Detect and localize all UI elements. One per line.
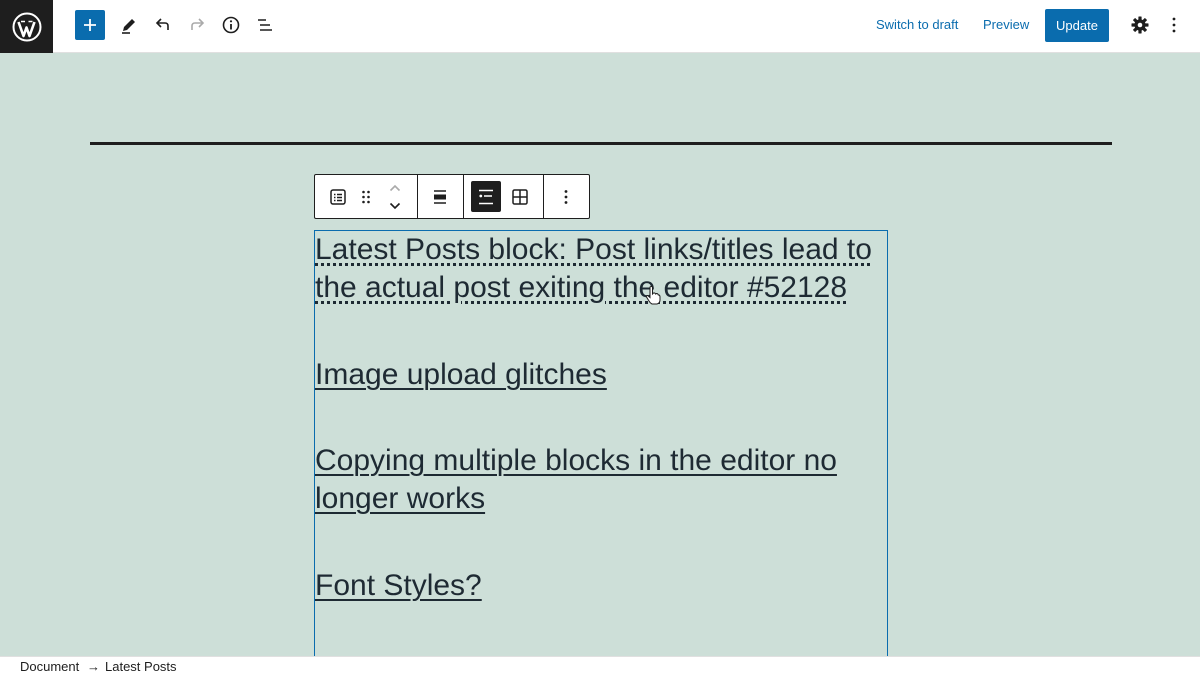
post-link[interactable]: longer works bbox=[315, 480, 485, 518]
options-button[interactable] bbox=[1158, 9, 1190, 41]
block-toolbar-group-align bbox=[417, 175, 464, 218]
breadcrumb-document[interactable]: Document bbox=[20, 659, 79, 674]
tools-button[interactable] bbox=[113, 9, 145, 41]
redo-icon bbox=[191, 18, 205, 30]
move-down-icon bbox=[389, 202, 401, 209]
post-link[interactable]: the actual post exiting the editor #5212… bbox=[315, 269, 847, 307]
more-options-button[interactable] bbox=[551, 181, 581, 212]
block-toolbar bbox=[314, 174, 590, 219]
block-type-button[interactable] bbox=[323, 181, 353, 212]
hand-pointer-cursor-icon bbox=[645, 286, 661, 305]
block-toolbar-group-block bbox=[315, 175, 418, 218]
move-up-icon bbox=[389, 184, 401, 191]
list-view-button[interactable] bbox=[249, 9, 281, 41]
pencil-icon bbox=[122, 19, 135, 34]
wordpress-logo-button[interactable] bbox=[0, 0, 53, 53]
plus-icon bbox=[84, 19, 96, 31]
list-view-icon bbox=[258, 19, 272, 31]
more-vertical-icon bbox=[1172, 17, 1176, 33]
post-link[interactable]: Copying multiple blocks in the editor no bbox=[315, 442, 837, 480]
grid-view-icon bbox=[512, 188, 528, 205]
info-icon bbox=[222, 16, 240, 34]
redo-button[interactable] bbox=[181, 9, 213, 41]
settings-button[interactable] bbox=[1124, 9, 1156, 41]
more-options-icon bbox=[564, 189, 568, 204]
arrow-right-icon: → bbox=[87, 659, 100, 674]
undo-icon bbox=[155, 18, 169, 30]
undo-button[interactable] bbox=[147, 9, 179, 41]
update-button[interactable]: Update bbox=[1045, 9, 1109, 42]
post-link[interactable]: Latest Posts block: Post links/titles le… bbox=[315, 231, 872, 269]
gear-icon bbox=[1131, 16, 1149, 34]
block-toolbar-group-layout bbox=[463, 175, 544, 218]
add-block-button[interactable] bbox=[75, 10, 105, 40]
block-breadcrumb: Document → Latest Posts bbox=[0, 656, 1200, 674]
move-down-button[interactable] bbox=[381, 197, 409, 214]
block-toolbar-group-more bbox=[543, 175, 589, 218]
wordpress-icon bbox=[12, 12, 41, 41]
move-up-button[interactable] bbox=[381, 179, 409, 196]
preview-button[interactable]: Preview bbox=[983, 8, 1029, 42]
list-view-layout-icon bbox=[479, 189, 493, 204]
drag-handle-icon bbox=[362, 190, 370, 203]
separator-block[interactable] bbox=[90, 142, 1112, 145]
grid-view-button[interactable] bbox=[505, 181, 535, 212]
post-link[interactable]: Font Styles? bbox=[315, 567, 482, 605]
editor-header: Switch to draft Preview Update bbox=[0, 0, 1200, 53]
switch-to-draft-button[interactable]: Switch to draft bbox=[876, 8, 958, 42]
latest-posts-icon bbox=[330, 188, 346, 205]
align-button[interactable] bbox=[425, 181, 455, 212]
align-icon bbox=[434, 189, 446, 204]
drag-handle[interactable] bbox=[353, 181, 379, 212]
latest-posts-block[interactable]: Latest Posts block: Post links/titles le… bbox=[314, 230, 888, 660]
details-button[interactable] bbox=[215, 9, 247, 41]
list-view-layout-button[interactable] bbox=[471, 181, 501, 212]
breadcrumb-latest-posts[interactable]: Latest Posts bbox=[105, 659, 177, 674]
post-link[interactable]: Image upload glitches bbox=[315, 356, 607, 394]
